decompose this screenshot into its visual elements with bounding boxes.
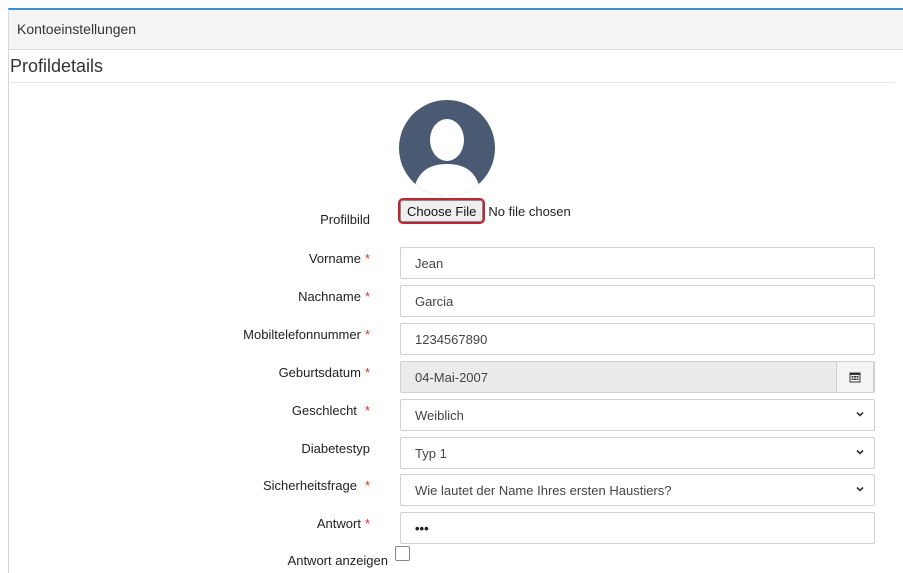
diabetes-type-select[interactable]: Typ 1 — [400, 437, 875, 469]
profile-picture-label: Profilbild — [320, 212, 370, 227]
section-title: Profildetails — [10, 56, 104, 76]
choose-file-button[interactable]: Choose File — [398, 198, 486, 224]
panel-title: Kontoeinstellungen — [17, 21, 137, 37]
show-answer-checkbox[interactable] — [395, 546, 410, 561]
gender-select[interactable]: Weiblich — [400, 399, 875, 431]
answer-password-input[interactable]: ••• — [400, 512, 875, 544]
security-question-label: Sicherheitsfrage * — [262, 478, 370, 493]
panel-header: Kontoeinstellungen — [9, 10, 903, 50]
security-question-select[interactable]: Wie lautet der Name Ihres ersten Haustie… — [400, 474, 875, 506]
answer-label: Antwort * — [316, 516, 370, 531]
chevron-down-icon — [856, 411, 864, 417]
birthdate-input[interactable]: 04-Mai-2007 — [400, 361, 875, 393]
mobile-label: Mobiltelefonnummer * — [243, 327, 370, 342]
last-name-label: Nachname * — [298, 289, 370, 304]
first-name-label: Vorname * — [308, 251, 370, 266]
avatar-placeholder-icon — [399, 100, 495, 196]
gender-label: Geschlecht * — [291, 403, 370, 418]
file-input: Choose File No file chosen — [398, 198, 571, 224]
first-name-input[interactable]: Jean — [400, 247, 875, 279]
file-status: No file chosen — [488, 203, 571, 219]
section-divider — [10, 82, 895, 83]
calendar-icon — [849, 372, 861, 383]
show-answer-label: Antwort anzeigen — [287, 553, 388, 568]
calendar-button[interactable] — [836, 361, 874, 393]
chevron-down-icon — [856, 449, 864, 455]
mobile-input[interactable]: 1234567890 — [400, 323, 875, 355]
birthdate-label: Geburtsdatum * — [278, 365, 370, 380]
chevron-down-icon — [856, 486, 864, 492]
diabetes-type-label: Diabetestyp — [301, 441, 370, 456]
last-name-input[interactable]: Garcia — [400, 285, 875, 317]
